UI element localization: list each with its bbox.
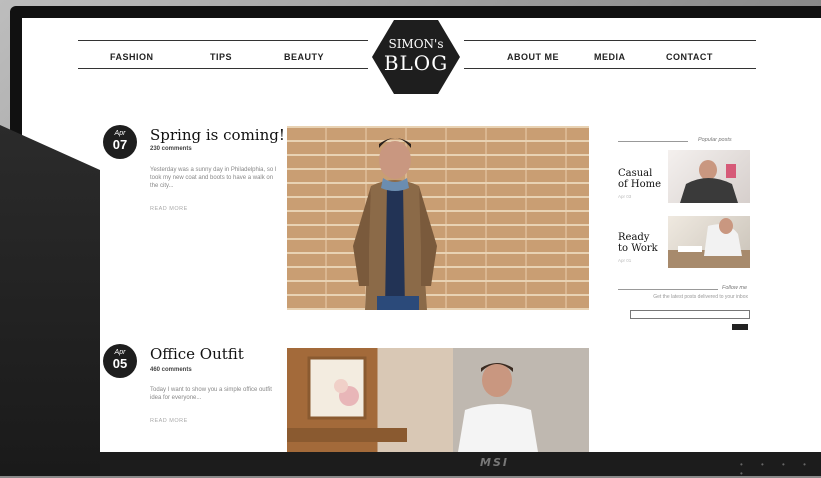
- popular-post-date: Apr 03: [618, 194, 632, 199]
- monitor-brand-logo: MSI: [480, 456, 509, 469]
- read-more-link[interactable]: READ MORE: [150, 206, 188, 212]
- nav-rule: [78, 40, 368, 41]
- nav-beauty[interactable]: BEAUTY: [284, 52, 324, 62]
- post-image[interactable]: [287, 348, 589, 454]
- read-more-link[interactable]: READ MORE: [150, 418, 188, 424]
- post-excerpt: Today I want to show you a simple office…: [150, 387, 272, 401]
- man-leather-jacket-figure: [353, 138, 437, 310]
- follow-description: Get the latest posts delivered to your i…: [653, 294, 748, 300]
- logo-line2: BLOG: [383, 51, 449, 75]
- woman-on-couch-figure: [680, 160, 738, 203]
- man-at-desk-figure: [287, 356, 539, 454]
- nav-contact[interactable]: CONTACT: [666, 52, 713, 62]
- popular-post-thumbnail[interactable]: [668, 216, 750, 268]
- monitor-indicator-dots: • • • • •: [740, 460, 814, 478]
- post-title[interactable]: Spring is coming!: [150, 126, 285, 144]
- popular-posts-heading: Popular posts: [698, 137, 732, 143]
- popular-post-title-line: Casual: [618, 168, 653, 179]
- post-image[interactable]: [287, 126, 589, 310]
- follow-me-heading: Follow me: [722, 285, 748, 291]
- nav-tips[interactable]: TIPS: [210, 52, 232, 62]
- site-logo[interactable]: SIMON's BLOG: [372, 20, 460, 94]
- follow-submit-button[interactable]: [732, 324, 748, 330]
- nav-rule: [464, 40, 756, 41]
- monitor-bezel-left: [0, 125, 100, 476]
- person-writing-figure: [668, 218, 750, 268]
- follow-email-input[interactable]: [630, 310, 750, 319]
- popular-post-title-line: to Work: [618, 243, 658, 254]
- post-excerpt: Yesterday was a sunny day in Philadelphi…: [150, 167, 277, 189]
- popular-post-title-line: Ready: [618, 232, 650, 243]
- nav-fashion[interactable]: FASHION: [110, 52, 154, 62]
- browser-screen: FASHION TIPS BEAUTY SIMON's BLOG ABOUT M…: [22, 18, 821, 454]
- post-day: 07: [112, 137, 128, 152]
- monitor-bottom-bezel: MSI • • • • •: [100, 452, 821, 478]
- post-date-badge: Apr 05: [103, 344, 137, 378]
- nav-rule: [464, 68, 756, 69]
- post-comments[interactable]: 460 comments: [150, 367, 192, 373]
- post-title[interactable]: Office Outfit: [150, 345, 244, 363]
- popular-post-title-line: of Home: [618, 179, 662, 190]
- nav-rule: [78, 68, 368, 69]
- popular-post-title[interactable]: Casual of Home: [618, 168, 661, 190]
- nav-about-me[interactable]: ABOUT ME: [507, 52, 559, 62]
- popular-post-thumbnail[interactable]: [668, 150, 750, 203]
- popular-post-title[interactable]: Ready to Work: [618, 232, 658, 254]
- sidebar-rule: [618, 289, 718, 290]
- logo-line1: SIMON's: [388, 37, 444, 51]
- popular-post-date: Apr 01: [618, 258, 632, 263]
- nav-media[interactable]: MEDIA: [594, 52, 626, 62]
- post-comments[interactable]: 230 comments: [150, 146, 192, 152]
- post-day: 05: [112, 356, 128, 371]
- sidebar-rule: [618, 141, 688, 142]
- post-date-badge: Apr 07: [103, 125, 137, 159]
